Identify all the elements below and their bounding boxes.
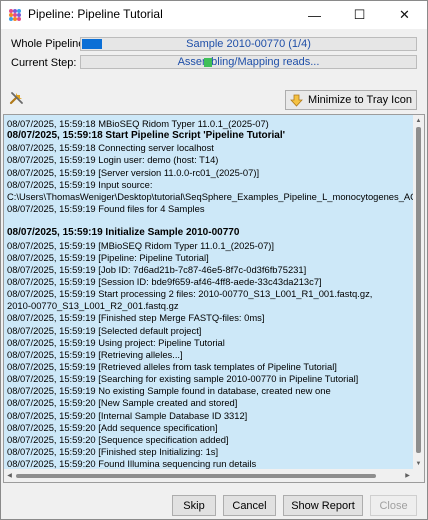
log-line: 08/07/2025, 15:59:19 No existing Sample … — [7, 385, 331, 397]
log-line: 08/07/2025, 15:59:20 [Sequence specifica… — [7, 433, 229, 445]
log-line: 08/07/2025, 15:59:20 [Add sequence speci… — [7, 421, 218, 433]
log-line: 08/07/2025, 15:59:19 [Server version 11.… — [7, 166, 260, 178]
scroll-down-arrow-icon[interactable]: ▼ — [413, 458, 424, 469]
current-step-progress-text: Assembling/Mapping reads... — [177, 56, 320, 68]
log-line: 08/07/2025, 15:59:18 Start Pipeline Scri… — [7, 130, 286, 142]
log-line: 08/07/2025, 15:59:19 [Retrieving alleles… — [7, 348, 183, 360]
log-line: 08/07/2025, 15:59:19 Input source: — [7, 178, 153, 190]
whole-pipeline-progress-text: Sample 2010-00770 (1/4) — [186, 38, 311, 50]
log-line: 08/07/2025, 15:59:20 [Internal Sample Da… — [7, 409, 248, 421]
scrollbar-corner — [413, 469, 424, 482]
log-line: 08/07/2025, 15:59:19 [Selected default p… — [7, 324, 202, 336]
log-line: 08/07/2025, 15:59:18 MBioSEQ Ridom Typer… — [7, 118, 269, 129]
log-line: 08/07/2025, 15:59:19 Login user: demo (h… — [7, 154, 219, 166]
close-button: Close — [370, 495, 417, 516]
title-bar[interactable]: Pipeline: Pipeline Tutorial — ☐ ✕ — [1, 1, 427, 29]
log-line: 08/07/2025, 15:59:19 Start processing 2 … — [7, 288, 373, 300]
log-line: 08/07/2025, 15:59:19 [Pipeline: Pipeline… — [7, 251, 209, 263]
close-window-button[interactable]: ✕ — [382, 1, 427, 29]
skip-button[interactable]: Skip — [172, 495, 216, 516]
cancel-button[interactable]: Cancel — [223, 495, 276, 516]
log-line: 08/07/2025, 15:59:19 [Session ID: bde9f6… — [7, 275, 322, 287]
log-line: 08/07/2025, 15:59:20 [New Sample created… — [7, 397, 238, 409]
whole-pipeline-progress: Sample 2010-00770 (1/4) — [80, 37, 417, 51]
scroll-right-arrow-icon[interactable]: ▶ — [402, 470, 413, 481]
busy-indicator-icon — [204, 58, 212, 67]
log-line: 2010-00770_S13_L001_R2_001.fastq.gz — [7, 300, 179, 312]
log-line: 08/07/2025, 15:59:19 [Job ID: 7d6ad21b-7… — [7, 263, 307, 275]
scroll-up-arrow-icon[interactable]: ▲ — [413, 115, 424, 126]
maximize-button[interactable]: ☐ — [337, 1, 382, 29]
scroll-left-arrow-icon[interactable]: ◀ — [4, 470, 15, 481]
log-line: 08/07/2025, 15:59:19 Initialize Sample 2… — [7, 227, 240, 239]
vertical-scrollbar[interactable]: ▲ ▼ — [413, 115, 424, 469]
log-line: 08/07/2025, 15:59:19 [Searching for exis… — [7, 373, 359, 385]
horizontal-scrollbar[interactable]: ◀ ▶ — [4, 469, 413, 482]
minimize-to-tray-label: Minimize to Tray Icon — [308, 94, 412, 106]
pipeline-dialog: Pipeline: Pipeline Tutorial — ☐ ✕ Whole … — [0, 0, 428, 520]
minimize-to-tray-button[interactable]: Minimize to Tray Icon — [285, 90, 417, 110]
log-line: 08/07/2025, 15:59:19 [Retrieved alleles … — [7, 361, 337, 372]
log-line: 08/07/2025, 15:59:19 [MBioSEQ Ridom Type… — [7, 239, 275, 251]
log-panel[interactable]: 08/07/2025, 15:59:18 MBioSEQ Ridom Typer… — [3, 114, 425, 483]
log-line: C:\Users\ThomasWeniger\Desktop\tutorial\… — [7, 190, 413, 202]
log-line: 08/07/2025, 15:59:18 Connecting server l… — [7, 142, 214, 154]
show-report-button[interactable]: Show Report — [283, 495, 363, 516]
vertical-scroll-thumb[interactable] — [416, 127, 421, 453]
current-step-label: Current Step: — [11, 57, 77, 69]
log-line: 08/07/2025, 15:59:20 Found Illumina sequ… — [7, 458, 257, 469]
log-text-area[interactable]: 08/07/2025, 15:59:18 MBioSEQ Ridom Typer… — [4, 115, 413, 469]
log-line: 08/07/2025, 15:59:19 [Finished step Merg… — [7, 312, 265, 324]
minimize-button[interactable]: — — [292, 1, 337, 29]
app-logo-icon — [9, 9, 21, 21]
log-line: 08/07/2025, 15:59:20 [Finished step Init… — [7, 446, 219, 458]
window-title: Pipeline: Pipeline Tutorial — [28, 7, 163, 21]
tools-icon — [9, 92, 23, 105]
current-step-progress: Assembling/Mapping reads... — [80, 55, 417, 69]
whole-pipeline-label: Whole Pipeline: — [11, 38, 88, 50]
log-line: 08/07/2025, 15:59:19 Using project: Pipe… — [7, 336, 225, 348]
horizontal-scroll-thumb[interactable] — [16, 474, 376, 478]
log-line: 08/07/2025, 15:59:19 Found files for 4 S… — [7, 203, 205, 215]
download-arrow-icon — [290, 94, 303, 107]
